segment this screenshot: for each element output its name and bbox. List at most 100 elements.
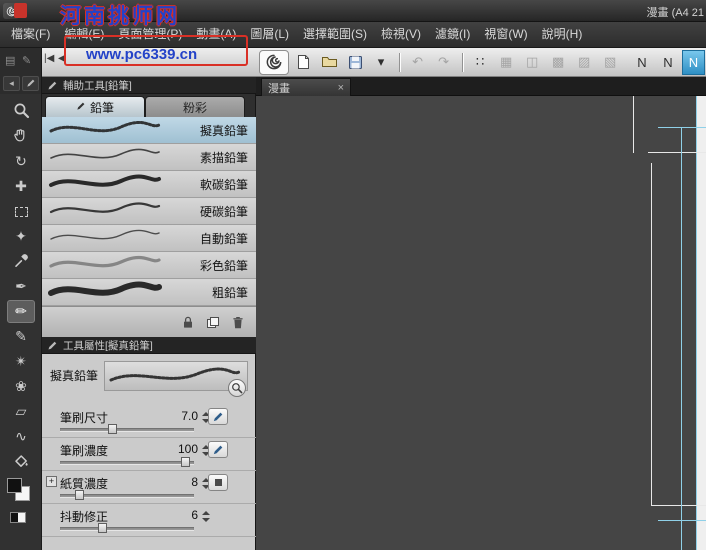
menu-item-layer[interactable]: 圖層(L): [243, 22, 296, 47]
decoration-tool-icon: ❀: [15, 378, 27, 394]
slider-label: 筆刷濃度: [60, 444, 109, 458]
slider-track[interactable]: [60, 424, 194, 434]
vector-snap-1-button[interactable]: N: [630, 50, 654, 74]
slider-value: 6: [191, 508, 198, 522]
slider-row-1: 筆刷尺寸 7.0: [42, 405, 256, 438]
copy-subtool-button[interactable]: [204, 314, 222, 330]
brush-stroke-preview: [104, 361, 248, 391]
document-tab[interactable]: 漫畫 ×: [261, 78, 351, 96]
slider-label: 紙質濃度: [60, 477, 109, 491]
tool-property-header[interactable]: 工具屬性[擬真鉛筆]: [42, 337, 256, 354]
pen-tool[interactable]: ✒: [7, 275, 35, 298]
subtool-item[interactable]: 素描鉛筆: [42, 144, 256, 171]
subtool-item[interactable]: 擬真鉛筆: [42, 117, 256, 144]
pressure-source-button[interactable]: [208, 441, 228, 458]
pencil-dock-icon[interactable]: ✎: [22, 54, 31, 67]
subtool-panel-header[interactable]: 輔助工具[鉛筆]: [42, 77, 256, 94]
object-mode-button[interactable]: ▨: [572, 50, 596, 74]
expand-toggle[interactable]: +: [46, 476, 57, 487]
subtool-item[interactable]: 硬碳鉛筆: [42, 198, 256, 225]
auto-select-tool[interactable]: ✦: [7, 225, 35, 248]
snap-settings-button[interactable]: ∷: [468, 50, 492, 74]
zoom-tool-icon: [13, 102, 30, 122]
menu-item-view[interactable]: 檢視(V): [374, 22, 428, 47]
snap-to-grid-button[interactable]: ▩: [546, 50, 570, 74]
subtool-item[interactable]: 粗鉛筆: [42, 279, 256, 306]
snap-to-grid-button-icon: ▩: [552, 54, 565, 69]
redo-button[interactable]: ↷: [432, 50, 456, 74]
clip-studio-logo-button[interactable]: [259, 49, 289, 75]
first-page-button[interactable]: |◀: [44, 53, 54, 64]
brush-tool[interactable]: ✎: [7, 325, 35, 348]
vector-snap-active-button[interactable]: N: [681, 49, 705, 75]
menu-item-file[interactable]: 檔案(F): [4, 22, 57, 47]
new-page-button[interactable]: [291, 50, 315, 74]
document-tab-label: 漫畫: [268, 82, 290, 95]
slider-track[interactable]: [60, 457, 194, 467]
menu-item-edit[interactable]: 編輯(E): [57, 22, 111, 47]
blend-tool[interactable]: ∿: [7, 425, 35, 448]
menu-item-help[interactable]: 說明(H): [535, 22, 590, 47]
hand-tool[interactable]: [7, 125, 35, 148]
spinner-icon[interactable]: [202, 511, 210, 522]
eyedropper-tool[interactable]: [7, 250, 35, 273]
foreground-color-swatch[interactable]: [7, 478, 22, 493]
rotate-tool[interactable]: ↻: [7, 150, 35, 173]
collapse-subtool-button[interactable]: ◂: [3, 76, 20, 91]
canvas-area[interactable]: [256, 96, 706, 550]
subtool-item[interactable]: 彩色鉛筆: [42, 252, 256, 279]
slider-handle[interactable]: [107, 424, 117, 434]
snap-to-ruler-button[interactable]: ▦: [494, 50, 518, 74]
pencil-tool[interactable]: ✏: [7, 300, 35, 323]
texture-select-button[interactable]: [208, 474, 228, 491]
slider-handle[interactable]: [181, 457, 191, 467]
trim-line-v: [651, 163, 652, 505]
preview-zoom-button[interactable]: [228, 379, 246, 397]
delete-subtool-button[interactable]: [229, 314, 247, 330]
slider-handle[interactable]: [97, 523, 107, 533]
menu-item-animation[interactable]: 動畫(A): [189, 22, 243, 47]
selection-tool[interactable]: [7, 200, 35, 223]
document-tab-bar: 漫畫 ×: [256, 77, 706, 96]
save-options-button[interactable]: ▾: [369, 50, 393, 74]
open-page-button[interactable]: [317, 50, 341, 74]
subtool-tab-1[interactable]: 鉛筆: [45, 96, 145, 117]
menu-item-window[interactable]: 視窗(W): [477, 22, 534, 47]
lock-subtool-button[interactable]: [179, 314, 197, 330]
vector-snap-2-button-icon: N: [663, 54, 673, 70]
subtool-tab-2[interactable]: 粉彩: [145, 96, 245, 117]
close-icon[interactable]: ×: [338, 82, 344, 94]
subtool-dock-button[interactable]: [22, 76, 39, 91]
airbrush-tool[interactable]: ✴: [7, 350, 35, 373]
slider-handle[interactable]: [75, 490, 84, 500]
decoration-tool[interactable]: ❀: [7, 375, 35, 398]
vector-snap-1-button-icon: N: [637, 54, 647, 70]
snap-to-special-ruler-button[interactable]: ◫: [520, 50, 544, 74]
move-tool[interactable]: ✚: [7, 175, 35, 198]
prev-page-button[interactable]: ◀: [58, 53, 66, 64]
slider-track[interactable]: [60, 523, 194, 533]
eraser-tool[interactable]: ▱: [7, 400, 35, 423]
save-page-button[interactable]: [343, 50, 367, 74]
menu-item-selection[interactable]: 選擇範圍(S): [296, 22, 374, 47]
subtool-item-label: 擬真鉛筆: [199, 123, 248, 138]
vector-snap-2-button[interactable]: N: [656, 50, 680, 74]
slider-row-4: 抖動修正 6: [42, 504, 256, 537]
subtool-tab-label: 鉛筆: [89, 100, 114, 115]
slider-track[interactable]: [60, 490, 194, 500]
palette-dock-icon[interactable]: ▤: [5, 54, 15, 67]
bw-color-chip[interactable]: [10, 512, 26, 523]
layer-mode-button[interactable]: ▧: [598, 50, 622, 74]
pressure-source-button[interactable]: [208, 408, 228, 425]
zoom-tool[interactable]: [7, 100, 35, 123]
undo-button[interactable]: ↶: [406, 50, 430, 74]
subtool-item[interactable]: 軟碳鉛筆: [42, 171, 256, 198]
fill-tool[interactable]: [7, 450, 35, 473]
stroke-preview: [42, 197, 165, 226]
slider-value: 8: [191, 475, 198, 489]
menu-item-filter[interactable]: 濾鏡(I): [428, 22, 477, 47]
texture-thumb-icon: [214, 479, 222, 486]
subtool-item[interactable]: 自動鉛筆: [42, 225, 256, 252]
pen-tool-icon: ✒: [15, 278, 27, 294]
menu-item-page-manage[interactable]: 頁面管理(P): [111, 22, 189, 47]
